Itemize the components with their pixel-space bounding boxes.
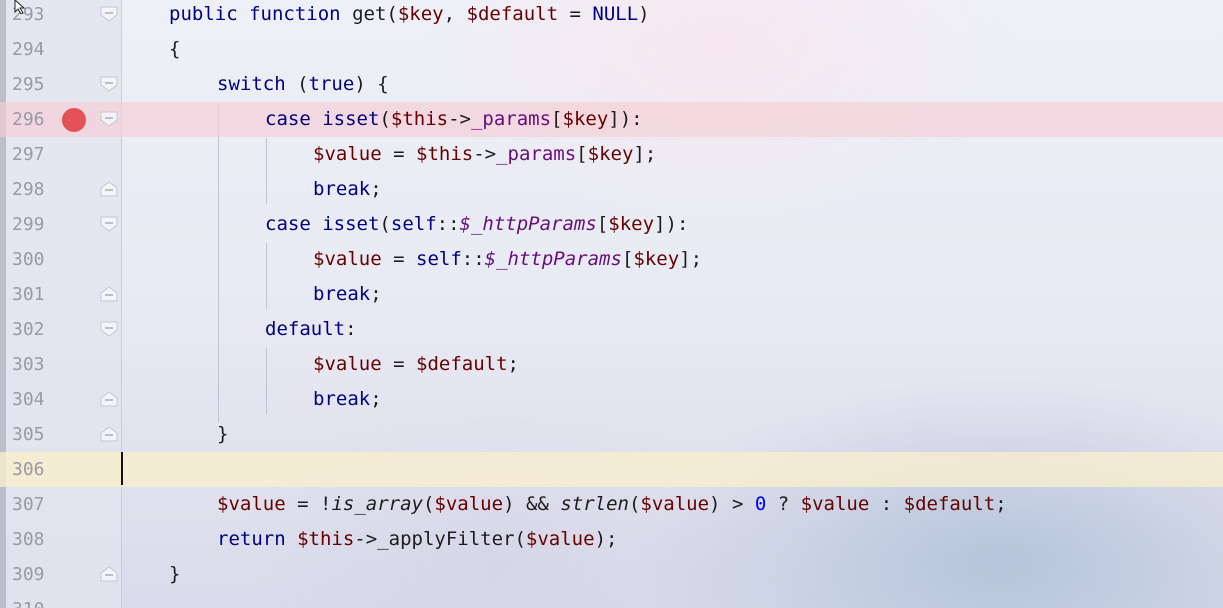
code-text: } — [169, 563, 181, 585]
code-line-breakpoint[interactable]: 296 case isset($this->_params[$key]): — [0, 102, 1223, 137]
code-line[interactable]: 305 } — [0, 417, 1223, 452]
code-line[interactable]: 308 return $this->_applyFilter($value); — [0, 522, 1223, 557]
code-line[interactable]: 302 default: — [0, 312, 1223, 347]
code-line[interactable]: 304 break; — [0, 382, 1223, 417]
fold-marker-icon[interactable] — [100, 6, 118, 22]
code-line-current[interactable]: 306 — [0, 452, 1223, 487]
code-text: $value = self::$_httpParams[$key]; — [313, 248, 703, 270]
fold-marker-icon[interactable] — [100, 76, 118, 92]
code-text: $value = $this->_params[$key]; — [313, 143, 657, 165]
breakpoint-icon[interactable] — [62, 108, 86, 132]
line-number: 305 — [12, 424, 45, 445]
fold-marker-icon[interactable] — [100, 566, 118, 582]
fold-marker-icon[interactable] — [100, 216, 118, 232]
code-text: $value = !is_array($value) && strlen($va… — [217, 493, 1007, 515]
line-number: 301 — [12, 284, 45, 305]
code-text: break; — [313, 178, 382, 200]
code-line[interactable]: 301 break; — [0, 277, 1223, 312]
code-text: { — [169, 38, 181, 60]
code-text: $value = $default; — [313, 353, 519, 375]
line-number: 309 — [12, 564, 45, 585]
line-number: 310 — [12, 592, 52, 608]
code-line[interactable]: 303 $value = $default; — [0, 347, 1223, 382]
code-text: switch (true) { — [217, 73, 389, 95]
line-number: 296 — [12, 109, 45, 130]
code-line[interactable]: 300 $value = self::$_httpParams[$key]; — [0, 242, 1223, 277]
line-number: 302 — [12, 319, 45, 340]
code-text: case isset(self::$_httpParams[$key]): — [265, 213, 689, 235]
line-number: 298 — [12, 179, 45, 200]
fold-marker-icon[interactable] — [100, 426, 118, 442]
code-editor[interactable]: 293 public function get($key, $default =… — [0, 0, 1223, 608]
code-line[interactable]: 294 { — [0, 32, 1223, 67]
fold-marker-icon[interactable] — [100, 321, 118, 337]
line-number: 299 — [12, 214, 45, 235]
code-line[interactable]: 293 public function get($key, $default =… — [0, 0, 1223, 32]
code-line[interactable]: 295 switch (true) { — [0, 67, 1223, 102]
code-line[interactable]: 310 — [0, 592, 1223, 608]
line-number: 295 — [12, 74, 45, 95]
line-number: 304 — [12, 389, 45, 410]
line-number: 303 — [12, 354, 45, 375]
code-line[interactable]: 307 $value = !is_array($value) && strlen… — [0, 487, 1223, 522]
line-number: 307 — [12, 494, 45, 515]
fold-marker-icon[interactable] — [100, 111, 118, 127]
code-text: break; — [313, 388, 382, 410]
line-number: 306 — [12, 459, 45, 480]
code-line[interactable]: 309 } — [0, 557, 1223, 592]
code-text: } — [217, 423, 229, 445]
line-number: 300 — [12, 249, 45, 270]
fold-marker-icon[interactable] — [100, 181, 118, 197]
fold-marker-icon[interactable] — [100, 391, 118, 407]
line-number: 297 — [12, 144, 45, 165]
text-caret — [121, 452, 123, 485]
code-line[interactable]: 297 $value = $this->_params[$key]; — [0, 137, 1223, 172]
code-text: public function get($key, $default = NUL… — [169, 3, 650, 25]
mouse-pointer-icon — [14, 0, 26, 14]
code-text: case isset($this->_params[$key]): — [265, 108, 643, 130]
fold-marker-icon[interactable] — [100, 286, 118, 302]
code-line[interactable]: 299 case isset(self::$_httpParams[$key])… — [0, 207, 1223, 242]
code-text: return $this->_applyFilter($value); — [217, 528, 618, 550]
line-number: 294 — [12, 39, 45, 60]
code-line[interactable]: 298 break; — [0, 172, 1223, 207]
code-text: break; — [313, 283, 382, 305]
line-number: 308 — [12, 529, 45, 550]
code-text: default: — [265, 318, 357, 340]
